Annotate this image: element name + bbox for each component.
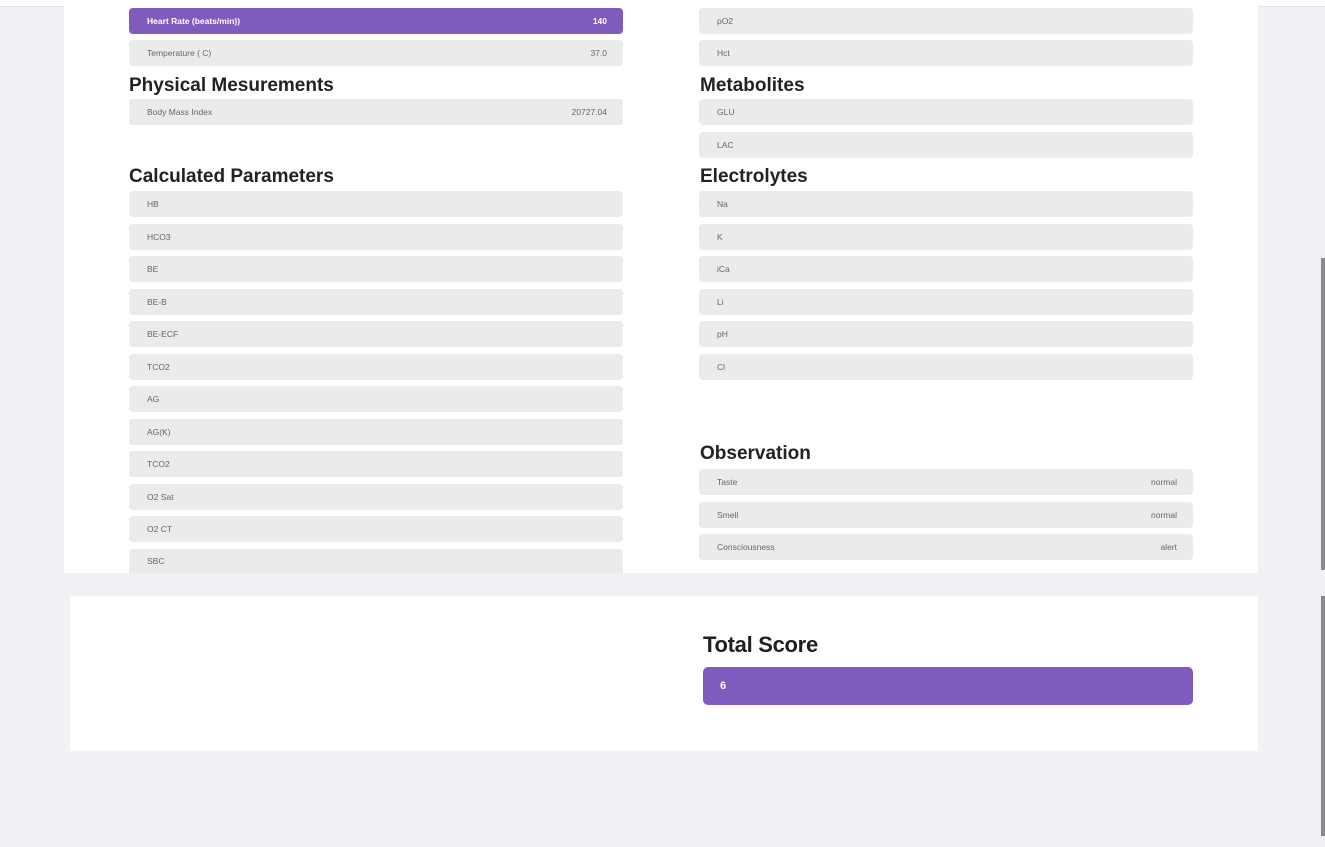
observation-row-consciousness: Consciousness alert	[699, 534, 1193, 560]
calc-row: TCO2	[129, 451, 623, 477]
electrolyte-row: K	[699, 224, 1193, 250]
row-label: Cl	[717, 362, 726, 372]
electrolyte-row: pH	[699, 321, 1193, 347]
vital-row-heart-rate: Heart Rate (beats/min)) 140	[129, 8, 623, 34]
row-label: Li	[717, 297, 724, 307]
physical-row-bmi: Body Mass Index 20727.04	[129, 99, 623, 125]
total-score-value: 6	[703, 667, 1193, 705]
row-label: TCO2	[147, 362, 170, 372]
row-label: LAC	[717, 140, 734, 150]
electrolyte-row: Cl	[699, 354, 1193, 380]
calc-row: HB	[129, 191, 623, 217]
calc-row: HCO3	[129, 224, 623, 250]
observation-row-taste: Taste normal	[699, 469, 1193, 495]
row-label: BE-ECF	[147, 329, 179, 339]
calc-row: BE-B	[129, 289, 623, 315]
electrolyte-row: iCa	[699, 256, 1193, 282]
scrollbar-thumb-upper[interactable]	[1321, 258, 1325, 570]
row-label: pO2	[717, 16, 734, 26]
calc-row: AG	[129, 386, 623, 412]
row-label: BE	[147, 264, 159, 274]
calc-row: SBC	[129, 549, 623, 573]
metabolite-row-lac: LAC	[699, 132, 1193, 158]
electrolyte-row: Na	[699, 191, 1193, 217]
row-label: Hct	[717, 48, 730, 58]
row-value: alert	[1160, 542, 1177, 552]
row-label: Temperature ( C)	[147, 48, 212, 58]
row-label: K	[717, 232, 723, 242]
metabolite-row-glu: GLU	[699, 99, 1193, 125]
physical-section-title: Physical Mesurements	[129, 75, 334, 96]
row-value: 20727.04	[571, 107, 607, 117]
row-label: O2 CT	[147, 524, 173, 534]
row-label: BE-B	[147, 297, 167, 307]
row-label: Taste	[717, 477, 738, 487]
calc-row: O2 CT	[129, 516, 623, 542]
row-label: AG	[147, 394, 160, 404]
metabolites-section-title: Metabolites	[700, 75, 805, 96]
calc-row: TCO2	[129, 354, 623, 380]
row-label: HCO3	[147, 232, 171, 242]
calc-row: O2 Sat	[129, 484, 623, 510]
gas-row-hct: Hct	[699, 40, 1193, 66]
total-score-title: Total Score	[703, 632, 818, 657]
row-label: Heart Rate (beats/min))	[147, 16, 241, 26]
row-value: 140	[592, 16, 607, 26]
row-label: O2 Sat	[147, 492, 174, 502]
electrolyte-row: Li	[699, 289, 1193, 315]
observation-row-smell: Smell normal	[699, 502, 1193, 528]
electrolytes-section-title: Electrolytes	[700, 166, 808, 187]
row-label: AG(K)	[147, 427, 171, 437]
calc-row: BE	[129, 256, 623, 282]
row-value: 37.0	[590, 48, 607, 58]
calculated-section-title: Calculated Parameters	[129, 166, 334, 187]
row-label: Consciousness	[717, 542, 775, 552]
gas-row-po2: pO2	[699, 8, 1193, 34]
row-label: Na	[717, 199, 728, 209]
vital-row-temperature: Temperature ( C) 37.0	[129, 40, 623, 66]
calc-row: AG(K)	[129, 419, 623, 445]
calc-row: BE-ECF	[129, 321, 623, 347]
scrollbar-thumb-lower[interactable]	[1321, 596, 1325, 836]
row-label: iCa	[717, 264, 730, 274]
row-label: Body Mass Index	[147, 107, 213, 117]
row-label: GLU	[717, 107, 735, 117]
row-label: SBC	[147, 556, 165, 566]
observation-section-title: Observation	[700, 443, 811, 464]
row-value: normal	[1151, 477, 1177, 487]
row-label: TCO2	[147, 459, 170, 469]
row-label: pH	[717, 329, 728, 339]
row-label: Smell	[717, 510, 739, 520]
row-label: HB	[147, 199, 159, 209]
row-value: normal	[1151, 510, 1177, 520]
